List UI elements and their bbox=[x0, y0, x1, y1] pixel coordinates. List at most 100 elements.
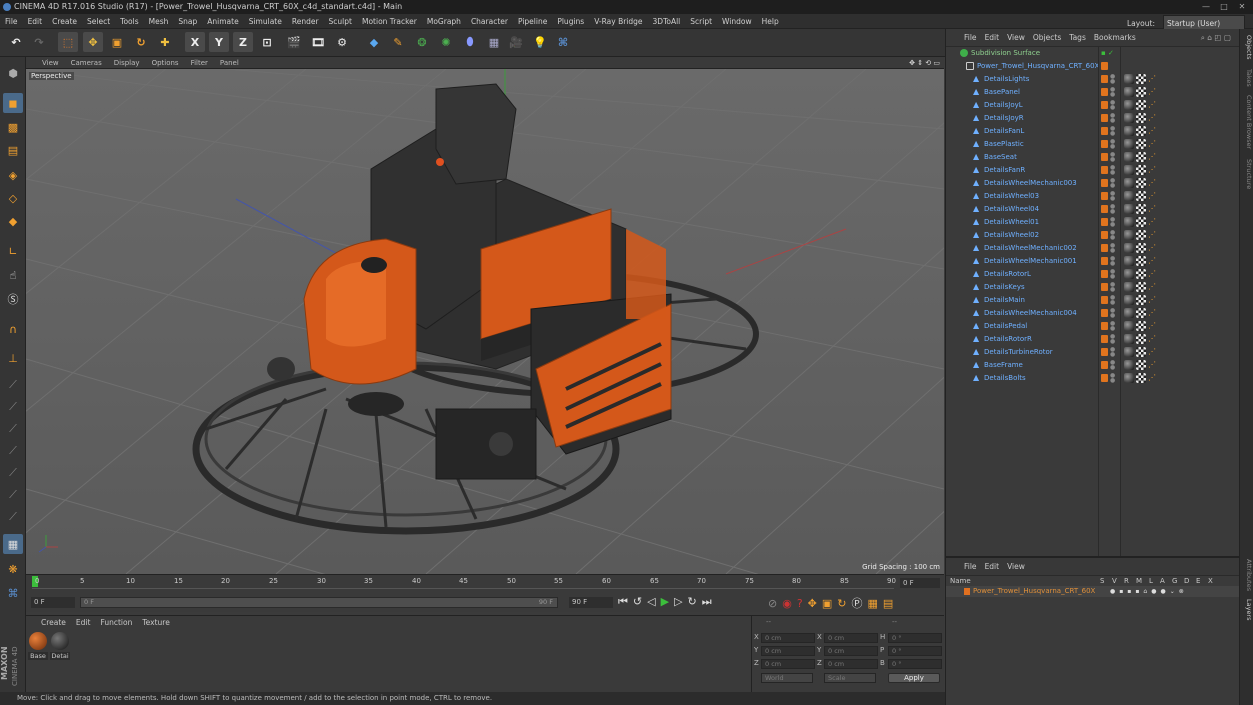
menu-mograph[interactable]: MoGraph bbox=[422, 14, 466, 29]
maximize-icon[interactable]: □ bbox=[1215, 0, 1233, 14]
uvw-tag-icon[interactable] bbox=[1136, 74, 1146, 84]
visibility-dots-icon[interactable]: ● ● bbox=[1110, 100, 1115, 111]
key-position-icon[interactable]: ✥ bbox=[808, 597, 822, 610]
pos-x-field[interactable]: 0 cm bbox=[761, 633, 815, 643]
mat-menu-edit[interactable]: Edit bbox=[71, 618, 96, 627]
obj-menu-view[interactable]: View bbox=[1003, 29, 1029, 47]
phong-tag-icon[interactable]: ⋰ bbox=[1148, 295, 1158, 305]
visibility-dots-icon[interactable]: ● ● bbox=[1110, 347, 1115, 358]
material-tag-icon[interactable] bbox=[1124, 126, 1134, 136]
size-x-field[interactable]: 0 cm bbox=[824, 633, 878, 643]
layer-swatch[interactable] bbox=[1101, 335, 1108, 343]
auto-key-icon[interactable]: ? bbox=[797, 597, 808, 610]
tree-row-child[interactable]: ▲ DetailsWheelMechanic002 ● ● ⋰ bbox=[946, 242, 1240, 255]
vp-menu-options[interactable]: Options bbox=[146, 57, 185, 69]
redo-icon[interactable]: ↷ bbox=[29, 32, 49, 52]
timeline-layout-icon[interactable]: ▤ bbox=[883, 597, 898, 610]
brush-2-icon[interactable]: ⟋ bbox=[3, 397, 23, 417]
material-tag-icon[interactable] bbox=[1124, 87, 1134, 97]
brush-7-icon[interactable]: ⟋ bbox=[3, 507, 23, 527]
tab-attributes[interactable]: Attributes bbox=[1241, 559, 1253, 591]
tab-structure[interactable]: Structure bbox=[1241, 159, 1253, 189]
phong-tag-icon[interactable]: ⋰ bbox=[1148, 269, 1158, 279]
phong-tag-icon[interactable]: ⋰ bbox=[1148, 178, 1158, 188]
spline-pen-icon[interactable]: ✎ bbox=[388, 32, 408, 52]
grid-lock-icon[interactable]: ▦ bbox=[3, 534, 23, 554]
vp-menu-display[interactable]: Display bbox=[108, 57, 146, 69]
key-scale-icon[interactable]: ▣ bbox=[822, 597, 837, 610]
material-tag-icon[interactable] bbox=[1124, 113, 1134, 123]
obj-menu-bookmarks[interactable]: Bookmarks bbox=[1090, 29, 1140, 47]
phong-tag-icon[interactable]: ⋰ bbox=[1148, 347, 1158, 357]
uvw-tag-icon[interactable] bbox=[1136, 230, 1146, 240]
menu-script[interactable]: Script bbox=[685, 14, 717, 29]
rot-b-field[interactable]: 0 ° bbox=[888, 659, 942, 669]
viewport-nav-icons[interactable]: ✥ ⇕ ⟲ ▭ bbox=[909, 57, 940, 69]
menu-help[interactable]: Help bbox=[757, 14, 784, 29]
menu-animate[interactable]: Animate bbox=[202, 14, 243, 29]
tree-row-child[interactable]: ▲ DetailsWheel01 ● ● ⋰ bbox=[946, 216, 1240, 229]
pos-z-field[interactable]: 0 cm bbox=[761, 659, 815, 669]
material-base[interactable]: Base bbox=[28, 632, 48, 660]
camera-icon[interactable]: 🎥 bbox=[506, 32, 526, 52]
live-select-icon[interactable]: ⬚ bbox=[58, 32, 78, 52]
python-script-icon[interactable]: ⌘ bbox=[3, 583, 23, 603]
key-pla-icon[interactable]: ▦ bbox=[868, 597, 883, 610]
layer-swatch[interactable] bbox=[1101, 374, 1108, 382]
add-object-icon[interactable]: ✚ bbox=[155, 32, 175, 52]
layer-swatch[interactable] bbox=[1101, 270, 1108, 278]
tree-row-child[interactable]: ▲ BasePlastic ● ● ⋰ bbox=[946, 138, 1240, 151]
undo-icon[interactable]: ↶ bbox=[6, 32, 26, 52]
menu-motion-tracker[interactable]: Motion Tracker bbox=[357, 14, 422, 29]
uvw-tag-icon[interactable] bbox=[1136, 334, 1146, 344]
layer-toggles[interactable]: ●▪▪▪⌂●●⌄⊗ bbox=[1110, 586, 1188, 597]
uvw-tag-icon[interactable] bbox=[1136, 178, 1146, 188]
phong-tag-icon[interactable]: ⋰ bbox=[1148, 334, 1158, 344]
obj-menu-objects[interactable]: Objects bbox=[1029, 29, 1065, 47]
pos-y-field[interactable]: 0 cm bbox=[761, 646, 815, 656]
uvw-tag-icon[interactable] bbox=[1136, 100, 1146, 110]
layer-swatch[interactable] bbox=[1101, 153, 1108, 161]
tree-row-child[interactable]: ▲ DetailsWheelMechanic001 ● ● ⋰ bbox=[946, 255, 1240, 268]
material-tag-icon[interactable] bbox=[1124, 139, 1134, 149]
menu-create[interactable]: Create bbox=[47, 14, 82, 29]
layer-swatch[interactable] bbox=[1101, 231, 1108, 239]
layer-swatch[interactable] bbox=[1101, 257, 1108, 265]
close-icon[interactable]: ✕ bbox=[1233, 0, 1251, 14]
material-tag-icon[interactable] bbox=[1124, 373, 1134, 383]
model-mode-icon[interactable]: ◼ bbox=[3, 93, 23, 113]
tree-row-child[interactable]: ▲ DetailsMain ● ● ⋰ bbox=[946, 294, 1240, 307]
layer-swatch[interactable] bbox=[1101, 283, 1108, 291]
uvw-tag-icon[interactable] bbox=[1136, 243, 1146, 253]
perspective-viewport[interactable]: Perspective Grid Spacing : 100 cm bbox=[26, 69, 944, 574]
layer-menu-file[interactable]: File bbox=[960, 558, 981, 576]
visibility-dots-icon[interactable]: ● ● bbox=[1110, 139, 1115, 150]
prev-key-icon[interactable]: ↺ bbox=[633, 595, 647, 608]
phong-tag-icon[interactable]: ⋰ bbox=[1148, 87, 1158, 97]
menu-character[interactable]: Character bbox=[466, 14, 513, 29]
visibility-dots-icon[interactable]: ● ● bbox=[1110, 74, 1115, 85]
tree-row-child[interactable]: ▲ DetailsPedal ● ● ⋰ bbox=[946, 320, 1240, 333]
mat-menu-function[interactable]: Function bbox=[95, 618, 137, 627]
rot-h-field[interactable]: 0 ° bbox=[888, 633, 942, 643]
visibility-dots-icon[interactable]: ● ● bbox=[1110, 152, 1115, 163]
material-tag-icon[interactable] bbox=[1124, 178, 1134, 188]
phong-tag-icon[interactable]: ⋰ bbox=[1148, 113, 1158, 123]
texture-mode-icon[interactable]: ▩ bbox=[3, 117, 23, 137]
visibility-dots-icon[interactable]: ● ● bbox=[1110, 256, 1115, 267]
cube-primitive-icon[interactable]: ◆ bbox=[364, 32, 384, 52]
x-axis-lock[interactable]: X bbox=[185, 32, 205, 52]
mat-menu-texture[interactable]: Texture bbox=[137, 618, 174, 627]
visibility-dots-icon[interactable]: ● ● bbox=[1110, 321, 1115, 332]
axis-icon[interactable]: ∟ bbox=[3, 241, 23, 261]
menu-window[interactable]: Window bbox=[717, 14, 757, 29]
coordinate-system-icon[interactable]: ⊡ bbox=[257, 32, 277, 52]
material-tag-icon[interactable] bbox=[1124, 191, 1134, 201]
size-z-field[interactable]: 0 cm bbox=[824, 659, 878, 669]
visibility-dots-icon[interactable]: ● ● bbox=[1110, 243, 1115, 254]
tab-takes[interactable]: Takes bbox=[1241, 69, 1253, 87]
layer-swatch[interactable] bbox=[1101, 114, 1108, 122]
key-param-icon[interactable]: Ⓟ bbox=[852, 597, 868, 610]
obj-manager-tools-icons[interactable]: ⌕ ⌂ ◰ ▢ bbox=[1197, 29, 1235, 47]
uvw-tag-icon[interactable] bbox=[1136, 113, 1146, 123]
